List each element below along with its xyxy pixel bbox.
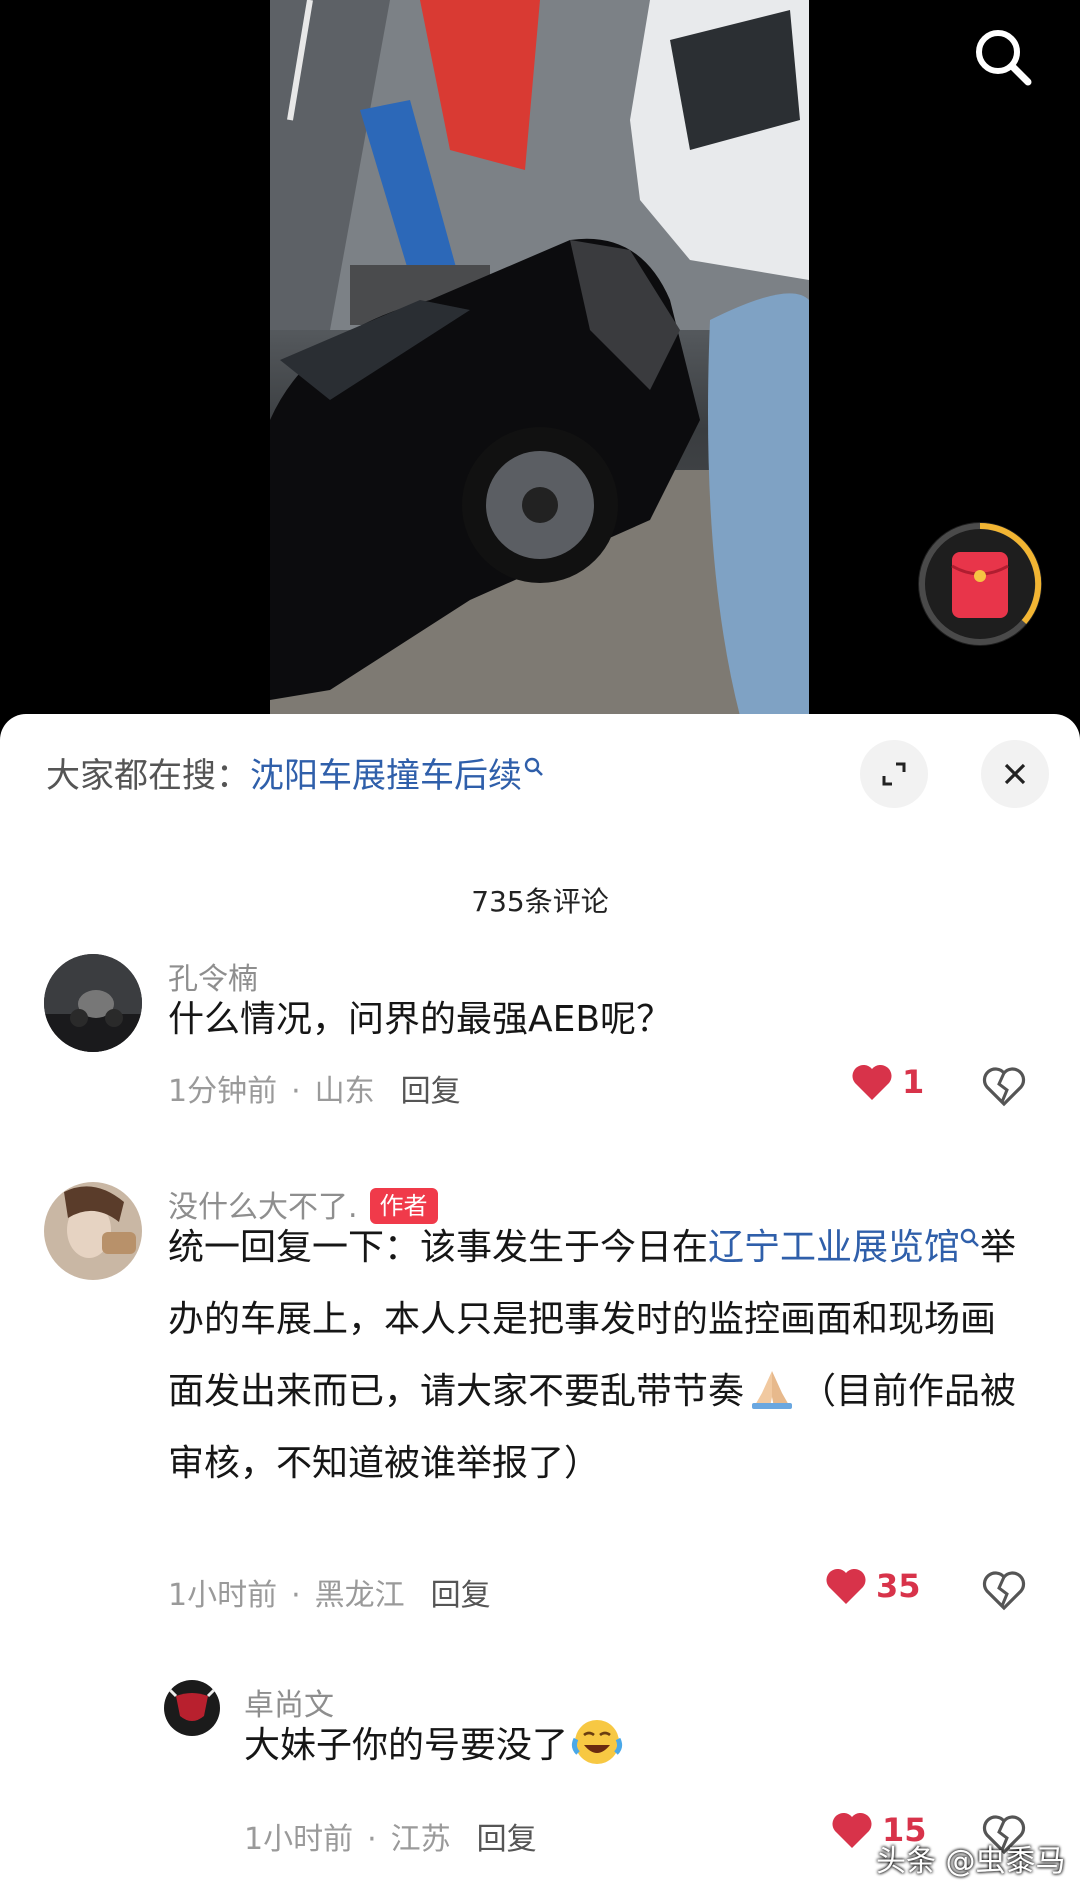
comment-meta: 1分钟前 · 山东 回复 — [168, 1074, 461, 1109]
search-small-icon — [524, 748, 544, 788]
comment-time: 1分钟前 — [168, 1074, 278, 1109]
laughing-crying-emoji-icon — [571, 1720, 623, 1764]
reply-button[interactable]: 回复 — [431, 1578, 491, 1613]
comment-location: 江苏 — [390, 1822, 451, 1857]
avatar[interactable] — [44, 954, 142, 1052]
trending-keyword-link[interactable]: 沈阳车展撞车后续 — [250, 756, 522, 796]
avatar[interactable] — [44, 1182, 142, 1280]
expand-icon — [882, 762, 906, 786]
comment-text: 大妹子你的号要没了 — [244, 1710, 1024, 1782]
praying-hands-icon — [752, 1371, 793, 1409]
comment-time: 1小时前 — [168, 1578, 278, 1613]
trending-search[interactable]: 大家都在搜：沈阳车展撞车后续 — [46, 748, 544, 797]
like-count: 1 — [902, 1063, 925, 1101]
comment-meta: 1小时前 · 江苏 回复 — [244, 1822, 537, 1857]
heart-icon — [826, 1568, 866, 1604]
comment-count: 735条评论 — [471, 885, 609, 918]
comment-location: 黑龙江 — [314, 1578, 405, 1613]
search-icon — [976, 30, 1032, 86]
close-icon — [1004, 763, 1026, 785]
avatar[interactable] — [164, 1680, 220, 1736]
comment-text-part: 大妹子你的号要没了 — [244, 1725, 569, 1766]
heart-icon — [852, 1064, 892, 1100]
trending-prefix: 大家都在搜： — [46, 756, 250, 796]
video-frame[interactable] — [270, 0, 809, 716]
search-button[interactable] — [968, 22, 1038, 92]
comment-meta: 1小时前 · 黑龙江 回复 — [168, 1578, 491, 1613]
video-player[interactable] — [0, 0, 1080, 716]
comment-text: 什么情况，问界的最强AEB呢？ — [168, 999, 673, 1040]
dislike-button[interactable] — [982, 1064, 1026, 1108]
comment-item: 没什么大不了. 作者 统一回复一下：该事发生于今日在辽宁工业展览馆 举办的车展上，本… — [0, 1182, 1080, 1613]
reply-button[interactable]: 回复 — [477, 1822, 537, 1857]
comment-text: 统一回复一下：该事发生于今日在辽宁工业展览馆 举办的车展上，本人只是把事发时的监控… — [168, 1212, 1028, 1500]
like-count: 35 — [876, 1567, 921, 1605]
like-button[interactable]: 35 — [824, 1566, 921, 1606]
watermark: 头条 @虫黍马 — [876, 1844, 1066, 1879]
search-small-icon — [960, 1228, 979, 1247]
like-button[interactable]: 1 — [850, 1062, 924, 1102]
red-packet-icon — [918, 522, 1042, 646]
broken-heart-icon — [982, 1067, 1026, 1107]
close-button[interactable] — [981, 740, 1049, 808]
red-packet-button[interactable] — [914, 518, 1046, 650]
comment-panel: 大家都在搜：沈阳车展撞车后续 735条评论 孔令楠 什么情况，问界的最强AEB呢… — [0, 714, 1080, 1896]
reply-button[interactable]: 回复 — [401, 1074, 461, 1109]
comment-time: 1小时前 — [244, 1822, 354, 1857]
expand-button[interactable] — [860, 740, 928, 808]
broken-heart-icon — [982, 1571, 1026, 1611]
heart-icon — [832, 1812, 872, 1848]
location-link[interactable]: 辽宁工业展览馆 — [708, 1227, 960, 1268]
dislike-button[interactable] — [982, 1568, 1026, 1612]
comment-item: 孔令楠 什么情况，问界的最强AEB呢？ 1分钟前 · 山东 回复 1 — [0, 954, 1080, 1154]
video-image — [270, 0, 809, 716]
comment-location: 山东 — [314, 1074, 375, 1109]
comment-text-part: 统一回复一下：该事发生于今日在 — [168, 1227, 709, 1268]
